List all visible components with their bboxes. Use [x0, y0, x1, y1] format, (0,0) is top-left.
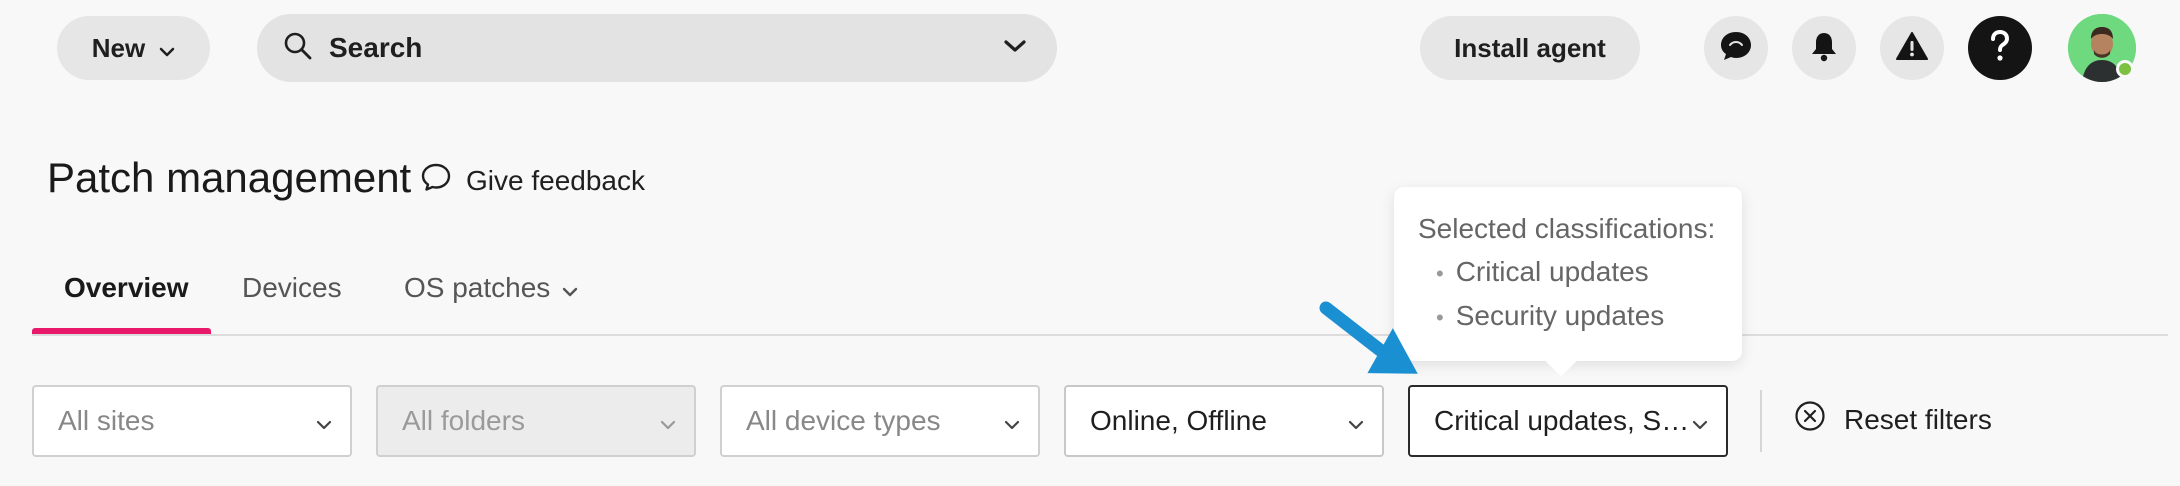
classifications-filter-value: Critical updates, Security updates	[1434, 405, 1692, 436]
chevron-down-icon	[562, 272, 578, 304]
speech-bubble-icon	[420, 162, 452, 199]
status-filter[interactable]: Online, Offline	[1064, 385, 1384, 457]
install-agent-label: Install agent	[1454, 32, 1606, 63]
tooltip-list: Critical updates Security updates	[1418, 253, 1718, 337]
chevron-down-icon	[316, 405, 332, 437]
search-icon	[283, 31, 313, 66]
annotation-arrow-icon	[1319, 301, 1418, 374]
alerts-button[interactable]	[1880, 16, 1944, 80]
status-filter-value: Online, Offline	[1090, 405, 1267, 436]
device-types-filter[interactable]: All device types	[720, 385, 1040, 457]
install-agent-button[interactable]: Install agent	[1420, 16, 1640, 80]
new-button-label: New	[91, 32, 146, 63]
close-circle-icon	[1794, 400, 1826, 439]
folders-filter: All folders	[376, 385, 696, 457]
tooltip-item: Security updates	[1436, 297, 1718, 337]
chevron-down-icon	[660, 405, 676, 437]
give-feedback-label: Give feedback	[466, 164, 645, 196]
bell-icon	[1809, 30, 1839, 67]
reset-filters-button[interactable]: Reset filters	[1794, 400, 1992, 439]
give-feedback-link[interactable]: Give feedback	[420, 162, 645, 199]
warning-icon	[1896, 31, 1928, 66]
tab-devices-label: Devices	[242, 272, 342, 303]
tab-os-patches[interactable]: OS patches	[404, 272, 578, 304]
classifications-filter[interactable]: Critical updates, Security updates	[1408, 385, 1728, 457]
chat-icon	[1719, 30, 1753, 67]
device-types-filter-value: All device types	[746, 405, 941, 436]
tab-devices[interactable]: Devices	[242, 272, 342, 304]
help-icon	[1988, 29, 2012, 68]
chevron-down-icon	[1348, 405, 1364, 437]
search-label: Search	[329, 32, 423, 63]
new-button[interactable]: New	[57, 16, 210, 80]
tooltip-item: Critical updates	[1436, 253, 1718, 293]
chevron-down-icon	[1004, 405, 1020, 437]
tab-overview-label: Overview	[64, 272, 189, 303]
chevron-down-icon	[1692, 405, 1708, 437]
classifications-tooltip: Selected classifications: Critical updat…	[1394, 187, 1742, 377]
notifications-button[interactable]	[1792, 16, 1856, 80]
tab-os-patches-label: OS patches	[404, 272, 551, 303]
reset-filters-label: Reset filters	[1844, 403, 1992, 435]
active-tab-indicator	[32, 328, 211, 334]
online-status-badge	[2116, 60, 2134, 78]
sites-filter[interactable]: All sites	[32, 385, 352, 457]
tab-overview[interactable]: Overview	[64, 272, 189, 304]
help-button[interactable]	[1968, 16, 2032, 80]
sites-filter-value: All sites	[58, 405, 155, 436]
chevron-down-icon[interactable]	[1003, 39, 1027, 58]
search-bar[interactable]: Search	[257, 14, 1057, 82]
tooltip-pointer	[1545, 345, 1577, 377]
chevron-down-icon	[159, 33, 175, 64]
chat-button[interactable]	[1704, 16, 1768, 80]
filters-divider	[1760, 390, 1762, 452]
tooltip-title: Selected classifications:	[1418, 213, 1716, 244]
page-title: Patch management	[47, 154, 412, 201]
folders-filter-value: All folders	[402, 405, 525, 436]
tabs-divider	[32, 334, 2168, 336]
